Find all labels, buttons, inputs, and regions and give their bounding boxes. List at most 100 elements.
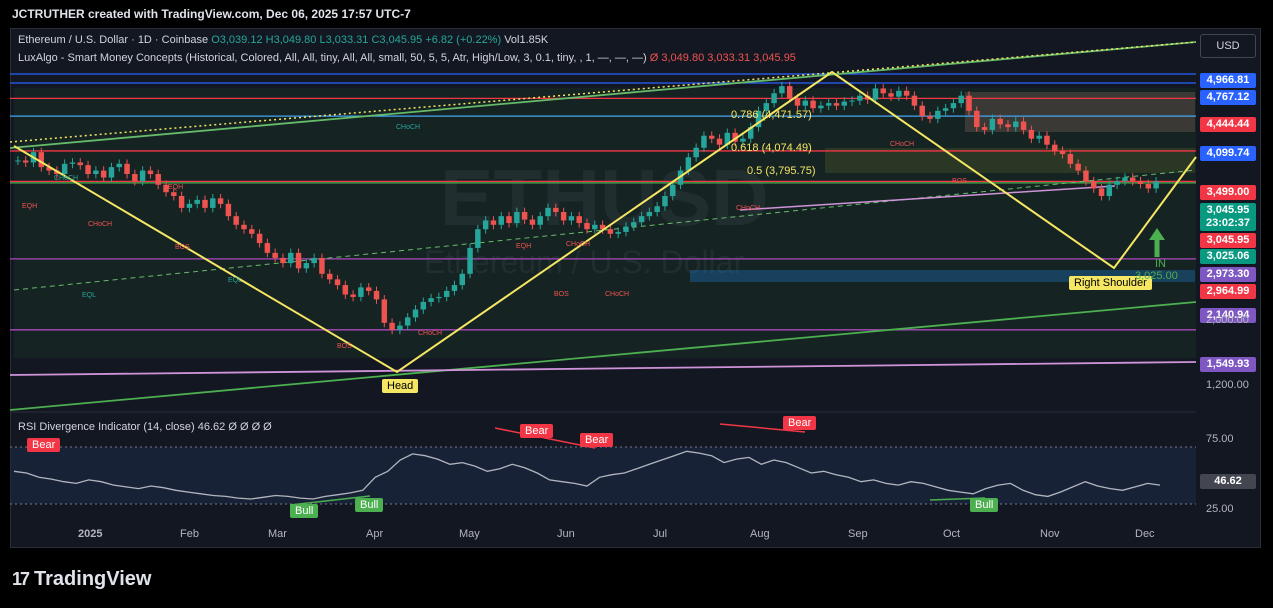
candle-body (1013, 121, 1019, 128)
candle-body (514, 211, 520, 224)
candle-body (592, 224, 598, 230)
tradingview-mark-icon: 17 (12, 569, 30, 589)
candle-body (311, 257, 317, 264)
candle-body (404, 317, 411, 326)
candle-body (654, 206, 660, 212)
indicator-name: LuxAlgo - Smart Money Concepts (Historic… (18, 52, 647, 64)
candle-body (389, 322, 395, 330)
price-level-label: 1,549.93 (1200, 357, 1256, 372)
price-level-label: 4,099.74 (1200, 146, 1256, 161)
smc-label: EQH (22, 203, 38, 210)
candle-body (319, 257, 325, 274)
candle-body (256, 233, 263, 244)
candle-body (77, 162, 83, 166)
candle-body (1005, 124, 1011, 128)
price-chart-svg[interactable] (0, 0, 1273, 608)
candle-body (241, 224, 247, 230)
x-axis-tick: Sep (848, 528, 868, 540)
rsi-legend: RSI Divergence Indicator (14, close) 46.… (18, 421, 272, 433)
candle-body (506, 216, 512, 224)
smc-label: CHoCH (396, 124, 421, 131)
y-axis-tick: 2,000.00 (1206, 314, 1249, 326)
purple-support-line (9, 361, 1197, 376)
legend-low: L3,033.31 (319, 34, 369, 46)
price-level-label: 23:02:37 (1200, 216, 1256, 231)
candle-body (1020, 121, 1027, 130)
smc-label: CHoCH (88, 221, 113, 228)
x-axis-tick: Feb (180, 528, 199, 540)
tradingview-logo[interactable]: 17 TradingView (12, 568, 151, 591)
candle-body (93, 170, 99, 175)
candle-body (1137, 181, 1144, 185)
smc-label: CHoCH (736, 205, 761, 212)
candle-body (272, 252, 278, 258)
candle-body (1098, 188, 1105, 197)
candle-body (786, 86, 793, 99)
candle-body (903, 90, 910, 96)
candle-body (1106, 184, 1113, 197)
candle-body (935, 110, 941, 119)
x-axis-tick: 2025 (78, 528, 103, 540)
candle-body (693, 147, 699, 158)
candle-body (280, 257, 286, 264)
fib-label-0786: 0.786 (4,471.57) (731, 109, 812, 121)
legend-volume: Vol1.85K (504, 34, 549, 46)
candle-body (210, 198, 216, 208)
y-axis-tick: 1,200.00 (1206, 379, 1249, 391)
candle-body (1153, 181, 1159, 189)
candle-body (116, 163, 122, 168)
price-level-label: 4,767.12 (1200, 90, 1256, 105)
candle-body (537, 216, 543, 225)
candle-body (521, 211, 528, 220)
candle-body (412, 309, 419, 318)
x-axis-tick: Jun (557, 528, 575, 540)
candle-body (911, 95, 918, 106)
candle-body (482, 220, 489, 230)
candle-body (225, 203, 232, 217)
candle-body (85, 165, 91, 175)
rsi-divergence-bull-label: Bull (290, 504, 319, 518)
price-level-label: 3,045.95 (1200, 233, 1256, 248)
smc-label: EQL (228, 277, 243, 284)
candle-body (997, 118, 1003, 125)
candle-body (15, 160, 21, 162)
candle-body (350, 294, 356, 297)
candle-body (451, 285, 458, 291)
candle-body (178, 196, 185, 208)
rsi-divergence-bull-label: Bull (970, 498, 999, 512)
x-axis-tick: Mar (268, 528, 287, 540)
price-level-label: 3,025.06 (1200, 249, 1256, 264)
candle-body (334, 279, 341, 286)
price-level-label: 4,966.81 (1200, 73, 1256, 88)
candle-body (1083, 170, 1089, 182)
candle-body (880, 88, 886, 94)
candle-body (498, 216, 504, 225)
smc-label: CHoCH (566, 241, 591, 248)
candle-body (303, 263, 310, 269)
currency-button[interactable]: USD (1200, 34, 1256, 58)
indicator-values: Ø 3,049.80 3,033.31 3,045.95 (649, 52, 796, 64)
candle-body (716, 138, 723, 145)
candle-body (794, 98, 801, 106)
candle-body (381, 299, 388, 323)
candle-body (288, 252, 294, 264)
rsi-value-label: 46.62 (1200, 474, 1256, 489)
x-axis-tick: Jul (653, 528, 668, 540)
x-axis-tick: Aug (750, 528, 770, 540)
candle-body (249, 229, 255, 234)
smc-label: EQH (168, 184, 184, 191)
candle-body (568, 216, 575, 221)
candle-body (1114, 181, 1120, 185)
candle-body (623, 226, 629, 232)
legend-open: O3,039.12 (211, 34, 263, 46)
candle-body (139, 170, 146, 182)
candle-body (1067, 154, 1074, 164)
candle-body (124, 163, 130, 175)
candle-body (365, 287, 372, 291)
candle-body (607, 229, 614, 234)
indicator-legend: LuxAlgo - Smart Money Concepts (Historic… (18, 52, 796, 64)
candle-body (981, 127, 988, 130)
candle-body (631, 222, 637, 227)
candle-body (615, 231, 621, 234)
candle-body (490, 220, 497, 225)
